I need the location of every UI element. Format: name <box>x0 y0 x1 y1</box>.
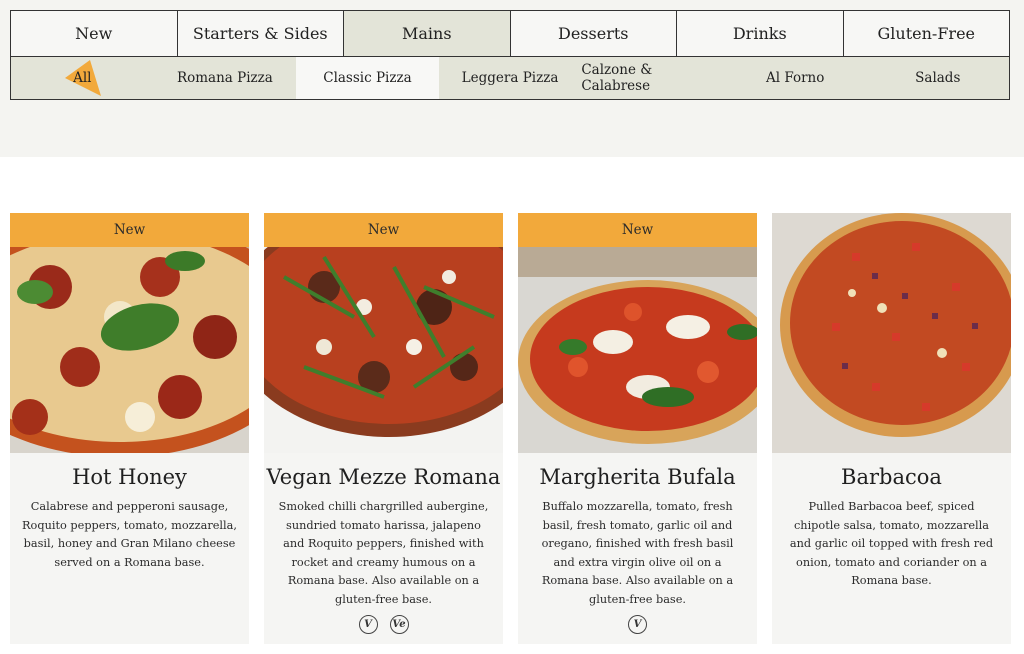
subtab-label: Al Forno <box>765 70 825 86</box>
dietary-icons: V <box>518 615 757 634</box>
pizza-image <box>518 247 757 453</box>
subcategory-tabs: All Romana Pizza Classic Pizza Leggera P… <box>10 57 1010 100</box>
vegan-icon: Ve <box>389 615 409 634</box>
subtab-salads[interactable]: Salads <box>866 57 1009 99</box>
product-card-barbacoa[interactable]: Barbacoa Pulled Barbacoa beef, spiced ch… <box>772 213 1011 644</box>
tab-mains[interactable]: Mains <box>344 11 511 56</box>
product-name: Vegan Mezze Romana <box>266 465 501 489</box>
subtab-calzone-calabrese[interactable]: Calzone & Calabrese <box>581 57 724 99</box>
subtab-romana-pizza[interactable]: Romana Pizza <box>154 57 297 99</box>
product-description: Smoked chilli chargrilled aubergine, sun… <box>278 500 489 606</box>
product-card-vegan-mezze-romana[interactable]: New Vegan Mezze Romana Smoked chilli cha… <box>264 213 503 644</box>
product-name: Barbacoa <box>841 465 942 489</box>
pizza-image <box>264 247 503 453</box>
subtab-label: Leggera Pizza <box>461 70 559 86</box>
product-card-margherita-bufala[interactable]: New Margherita Bufala Buffalo mozzarella… <box>518 213 757 644</box>
subtab-label: Salads <box>915 70 961 86</box>
product-grid: New Hot Honey Calabrese and pepperoni sa… <box>10 213 1011 654</box>
subtab-classic-pizza[interactable]: Classic Pizza <box>296 57 439 99</box>
product-card-hot-honey[interactable]: New Hot Honey Calabrese and pepperoni sa… <box>10 213 249 644</box>
vegetarian-icon: V <box>358 615 378 634</box>
new-badge: New <box>264 213 503 247</box>
product-name: Hot Honey <box>72 465 187 489</box>
subtab-all[interactable]: All <box>11 57 154 99</box>
pizza-image <box>772 213 1011 453</box>
subtab-label: Romana Pizza <box>176 70 273 86</box>
dietary-icons: V Ve <box>264 615 503 634</box>
tab-desserts[interactable]: Desserts <box>511 11 677 56</box>
new-badge: New <box>518 213 757 247</box>
new-badge: New <box>10 213 249 247</box>
product-description: Pulled Barbacoa beef, spiced chipotle sa… <box>789 500 994 588</box>
subtab-al-forno[interactable]: Al Forno <box>724 57 867 99</box>
subtab-all-label: All <box>73 70 92 86</box>
product-name: Margherita Bufala <box>539 465 736 489</box>
product-description: Buffalo mozzarella, tomato, fresh basil,… <box>541 500 734 606</box>
vegetarian-icon: V <box>628 615 647 634</box>
main-category-tabs: New Starters & Sides Mains Desserts Drin… <box>10 10 1010 57</box>
subtab-label: Calzone & Calabrese <box>581 62 653 94</box>
tab-gluten-free[interactable]: Gluten-Free <box>844 11 1010 56</box>
pizza-image <box>10 247 249 453</box>
subtab-label: Classic Pizza <box>323 70 412 86</box>
product-description: Calabrese and pepperoni sausage, Roquito… <box>22 500 237 569</box>
subtab-leggera-pizza[interactable]: Leggera Pizza <box>439 57 582 99</box>
tab-starters-sides[interactable]: Starters & Sides <box>178 11 344 56</box>
tab-new[interactable]: New <box>11 11 178 56</box>
tab-drinks[interactable]: Drinks <box>677 11 844 56</box>
